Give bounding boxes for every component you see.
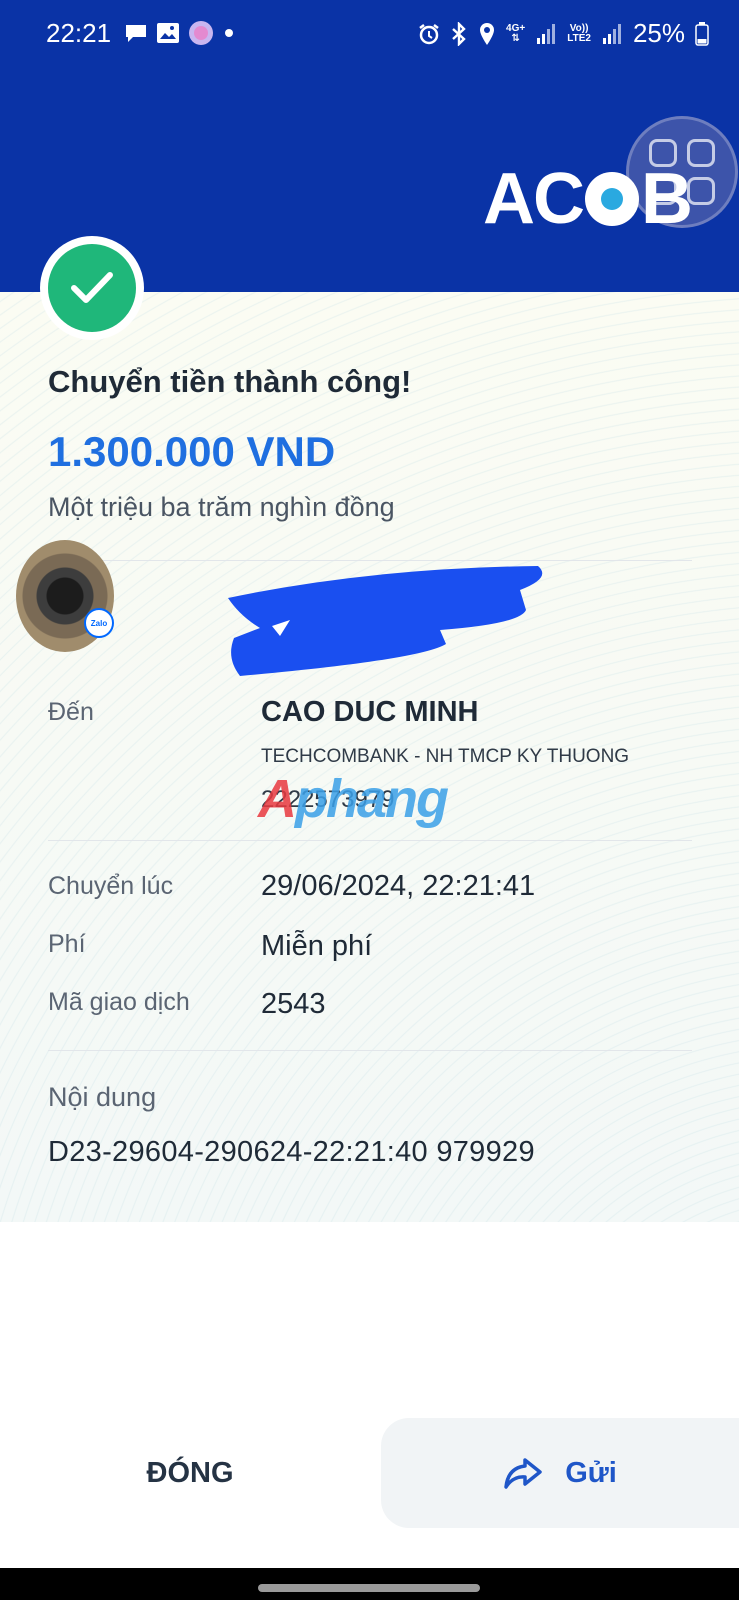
battery-percent: 25%	[632, 18, 685, 48]
status-bar: 22:21 4G+ ⇅ Vo)) LTE2 25%	[0, 0, 739, 56]
detail-label-transaction-id: Mã giao dịch	[48, 988, 190, 1016]
amount-in-words: Một triệu ba trăm nghìn đồng	[48, 492, 395, 522]
bluetooth-icon	[452, 21, 466, 46]
detail-label-fee: Phí	[48, 930, 86, 958]
grid-cell-icon	[687, 177, 715, 205]
home-indicator[interactable]	[258, 1584, 480, 1592]
acb-logo: ACB	[483, 159, 693, 239]
memo-value: D23-29604-290624-22:21:40 979929	[48, 1136, 535, 1168]
close-button[interactable]: ĐÓNG	[0, 1418, 380, 1528]
detail-label-time: Chuyển lúc	[48, 872, 174, 900]
dot-icon	[225, 29, 233, 37]
signal-icon-2	[602, 23, 621, 44]
watermark-logo: Aphang	[258, 769, 449, 829]
transfer-success-title: Chuyển tiền thành công!	[48, 364, 412, 399]
share-arrow-icon	[504, 1458, 542, 1489]
status-time: 22:21	[46, 18, 112, 48]
redaction-scribble	[228, 566, 543, 676]
volte-lte2-icon: Vo)) LTE2	[567, 22, 591, 44]
recipient-label: Đến	[48, 698, 94, 726]
checkmark-icon	[71, 272, 113, 303]
grid-cell-icon	[687, 139, 715, 167]
recipient-bank: TECHCOMBANK - NH TMCP KY THUONG	[261, 746, 630, 767]
location-icon	[480, 22, 495, 45]
divider	[48, 1050, 692, 1051]
detail-value-time: 29/06/2024, 22:21:41	[261, 870, 536, 902]
divider	[48, 840, 692, 841]
network-label-4g: 4G+	[506, 22, 526, 34]
transfer-amount: 1.300.000 VND	[48, 428, 336, 475]
recipient-name: CAO DUC MINH	[261, 696, 479, 728]
signal-icon	[537, 23, 556, 44]
system-status-icons: 4G+ ⇅ Vo)) LTE2 25%	[418, 18, 709, 49]
detail-value-fee: Miễn phí	[261, 930, 373, 962]
messenger-icon	[189, 21, 213, 45]
send-button[interactable]: Gửi	[381, 1418, 739, 1528]
close-button-label: ĐÓNG	[146, 1456, 234, 1489]
4g-data-icon: 4G+ ⇅	[506, 22, 526, 44]
success-badge	[40, 236, 144, 340]
gallery-icon	[157, 23, 179, 43]
alarm-icon	[419, 23, 439, 44]
notification-icons	[124, 20, 236, 46]
detail-value-transaction-id: 2543	[261, 988, 326, 1020]
battery-icon	[695, 21, 709, 46]
chat-icon	[126, 25, 146, 42]
send-button-label: Gửi	[565, 1456, 617, 1489]
zalo-badge: Zalo	[84, 608, 114, 638]
screen: 22:21 4G+ ⇅ Vo)) LTE2 25% ACB Chuyển tiề…	[0, 0, 739, 1600]
memo-label: Nội dung	[48, 1082, 157, 1112]
